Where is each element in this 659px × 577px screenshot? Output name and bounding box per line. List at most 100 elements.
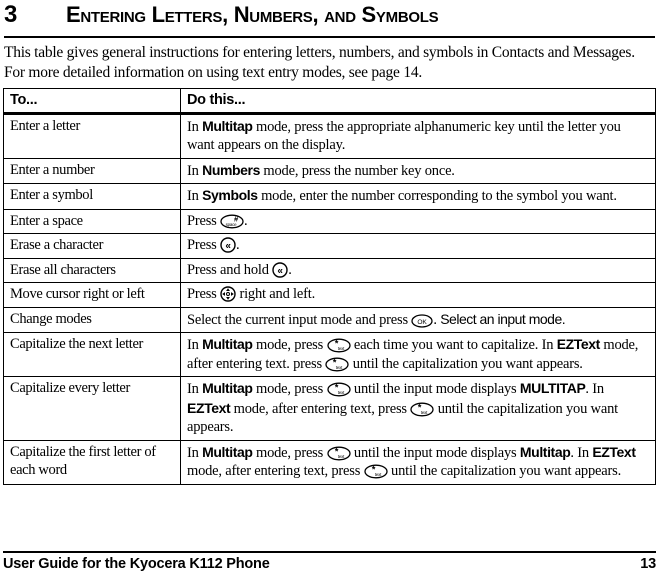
space-key-icon: # space	[220, 214, 244, 229]
action-text: Press	[187, 286, 221, 302]
svg-text:text: text	[337, 390, 344, 395]
action-text: mode, press	[252, 381, 327, 397]
action-text: mode, press	[252, 444, 327, 461]
cell-action: Press right and left.	[180, 282, 656, 308]
svg-text:text: text	[337, 454, 344, 459]
svg-text:text: text	[336, 365, 343, 370]
column-header-task: To...	[3, 88, 181, 115]
cell-task: Enter a number	[3, 157, 181, 184]
table-header-row: To... Do this...	[3, 88, 656, 115]
cell-task: Capitalize the next letter	[3, 332, 181, 377]
column-header-action: Do this...	[180, 88, 656, 115]
navigation-key-icon	[220, 286, 236, 302]
star-text-key-icon: * text	[325, 357, 349, 372]
cell-action: Press and hold «.	[180, 257, 656, 283]
mode-name: Multitap	[202, 117, 253, 134]
cell-task: Enter a letter	[3, 112, 181, 159]
star-text-key-icon: * text	[410, 402, 434, 417]
mode-name: Multitap	[202, 443, 253, 460]
table-row: Enter a letter In Multitap mode, press th…	[3, 112, 656, 159]
action-text: mode, press	[252, 337, 327, 353]
action-text: mode, press the appropriate alphanumeric…	[187, 118, 621, 154]
action-text-alt: Select an input mode.	[440, 310, 566, 327]
cell-task: Erase a character	[3, 233, 181, 259]
page-footer: User Guide for the Kyocera K112 Phone 13	[3, 556, 656, 572]
mode-name: Symbols	[202, 187, 258, 203]
cell-task: Erase all characters	[3, 257, 181, 283]
footer-title: User Guide for the Kyocera K112 Phone	[3, 556, 270, 572]
table-row: Capitalize the first letter of each word…	[3, 439, 656, 485]
mode-name: EZText	[556, 336, 601, 352]
action-text: . In	[570, 444, 593, 461]
action-text: mode, enter the number corresponding to …	[257, 188, 617, 204]
svg-text:text: text	[374, 472, 381, 477]
cell-action: Press «.	[180, 233, 656, 259]
mode-name: EZText	[187, 399, 231, 416]
action-text: mode, after entering text, press	[187, 463, 364, 479]
action-text: In	[187, 162, 203, 179]
action-text: In	[187, 444, 203, 461]
table-row: Capitalize the next letter In Multitap mo…	[3, 332, 656, 377]
text-entry-instructions-table: To... Do this... Enter a letter In Multit…	[3, 88, 656, 485]
mode-name: Numbers	[202, 161, 260, 178]
cell-action: Press # space.	[180, 208, 656, 234]
action-text: right and left.	[236, 286, 315, 302]
table-row: Enter a space Press # space.	[3, 208, 656, 234]
chapter-title: Entering Letters, Numbers, and Symbols	[66, 2, 439, 27]
cell-action: In Multitap mode, press the appropriate …	[180, 112, 656, 159]
footer-divider	[3, 551, 656, 553]
table-row: Move cursor right or left Press right and…	[3, 282, 656, 308]
table-body: Enter a letter In Multitap mode, press th…	[3, 112, 656, 485]
backspace-key-icon: «	[272, 261, 288, 278]
mode-name: EZText	[592, 443, 636, 460]
svg-text:«: «	[225, 241, 231, 252]
action-text: until the capitalization you want appear…	[349, 355, 583, 372]
table-row: Erase all characters Press and hold «.	[3, 257, 656, 283]
cell-action: In Multitap mode, press * text until the …	[180, 376, 656, 441]
action-text: .	[236, 237, 240, 253]
table-row: Enter a number In Numbers mode, press the…	[3, 157, 656, 184]
cell-task: Enter a symbol	[3, 183, 181, 210]
action-text: .	[244, 212, 248, 229]
action-text: Press and hold	[187, 261, 273, 278]
chapter-heading: 3 Entering Letters, Numbers, and Symbols	[4, 2, 655, 34]
action-text: Press	[187, 212, 221, 229]
mode-name: MULTITAP	[519, 380, 586, 396]
cell-action: In Multitap mode, press * text each time …	[180, 332, 656, 377]
mode-name: Multitap	[519, 443, 571, 460]
mode-name: Multitap	[202, 336, 253, 352]
action-text: .	[288, 261, 292, 278]
action-text: mode, press the number key once.	[260, 162, 455, 179]
backspace-key-icon: «	[220, 237, 236, 253]
svg-text:text: text	[337, 346, 344, 351]
mode-name: Multitap	[202, 380, 253, 396]
footer-page-number: 13	[640, 556, 656, 572]
svg-text:OK: OK	[418, 318, 428, 325]
action-text: mode, after entering text, press	[230, 400, 411, 417]
action-text: until the input mode displays	[350, 444, 520, 461]
cell-task: Change modes	[3, 306, 181, 333]
intro-line-1: This table gives general instructions fo…	[4, 44, 635, 61]
table-row: Erase a character Press «.	[3, 233, 656, 259]
action-text: each time you want to capitalize. In	[350, 337, 557, 353]
action-text: Select the current input mode and press	[187, 311, 412, 328]
action-text: In	[187, 337, 203, 353]
cell-task: Capitalize every letter	[3, 376, 181, 441]
cell-action: In Multitap mode, press * text until the …	[180, 439, 656, 485]
action-text: In	[187, 381, 203, 397]
cell-task: Enter a space	[3, 208, 181, 234]
cell-task: Move cursor right or left	[3, 282, 181, 308]
cell-action: In Numbers mode, press the number key on…	[180, 157, 656, 184]
star-text-key-icon: * text	[363, 464, 388, 479]
svg-text:space: space	[226, 222, 237, 227]
action-text: In	[187, 188, 203, 204]
intro-line-2: For more detailed information on using t…	[4, 63, 422, 81]
cell-action: Select the current input mode and press …	[180, 306, 656, 333]
heading-divider	[4, 36, 655, 38]
cell-action: In Symbols mode, enter the number corres…	[180, 183, 656, 210]
action-text: . In	[585, 381, 604, 397]
star-text-key-icon: * text	[326, 446, 351, 461]
cell-task: Capitalize the first letter of each word	[3, 439, 181, 485]
action-text: Press	[187, 237, 221, 253]
chapter-number: 3	[4, 1, 17, 28]
